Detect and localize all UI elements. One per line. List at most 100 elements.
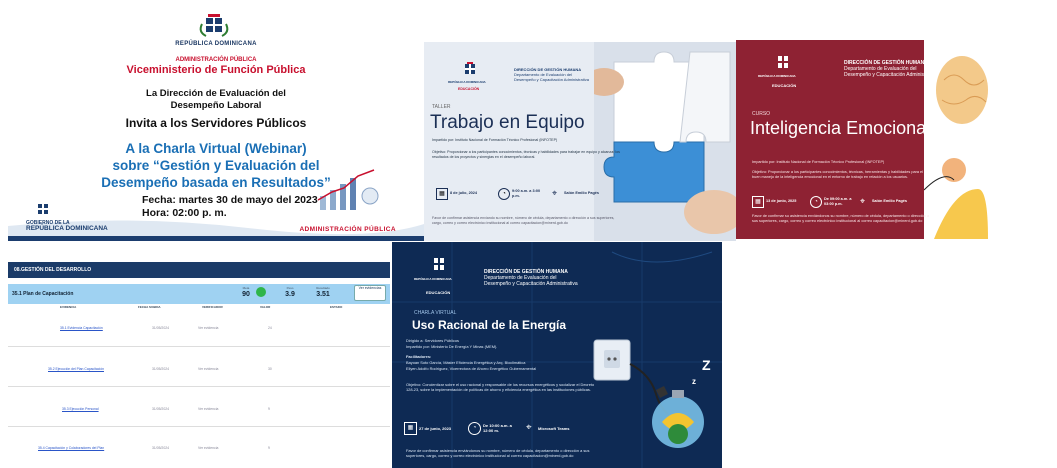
row-verifier[interactable]: Ver evidencia — [198, 367, 218, 371]
inteligencia-emocional-poster[interactable]: REPÚBLICA DOMINICANA EDUCACIÓN DIRECCIÓN… — [736, 40, 988, 239]
event-date: 13 de junio, 2025 — [766, 199, 797, 203]
clock-icon: ◔ — [468, 422, 481, 435]
evidence-link[interactable]: 35.1 Evidencia Capacitación — [60, 326, 103, 330]
row-value: 30 — [268, 367, 272, 371]
confirmacion-nota: Favor de confirmar asistencia enviando s… — [432, 216, 615, 225]
calendar-icon: ▦ — [404, 422, 417, 435]
confirmacion-nota: Favor de confirmar asistencia enviándono… — [406, 448, 590, 459]
row-divider — [8, 346, 390, 347]
dirigido-text: Dirigido a: Servidores Públicos — [406, 338, 459, 343]
republica-label: REPÚBLICA DOMINICANA — [175, 41, 257, 47]
resultado-label: Resultado — [316, 286, 330, 290]
dgh-heading: DIRECCIÓN DE GESTIÓN HUMANA Departamento… — [484, 269, 578, 287]
impartido-text: Impartido por: Instituto Nacional de For… — [432, 138, 558, 142]
event-time: 9:00 a.m. a 3:00 p.m. — [512, 189, 541, 198]
facilitadores-heading: Facilitadores: — [406, 354, 432, 359]
evidence-link[interactable]: 35.4 Capacitación y Colaboradores del Pl… — [38, 446, 104, 450]
event-time: De 10:00 a.m. a 12:00 m. — [483, 423, 512, 433]
event-location: Salón Emilio Pagés — [872, 199, 908, 203]
objetivo-text: Objetivo: Proporcionar a los participant… — [432, 150, 620, 159]
impartido-text: Impartido por: Ministerio De Energía Y M… — [406, 344, 498, 349]
column-header-estado: ESTADO — [330, 305, 343, 309]
invita-text: Invita a los Servidores Públicos — [125, 116, 307, 130]
trabajo-equipo-poster[interactable]: REPÚBLICA DOMINICANA EDUCACIÓN DIRECCIÓN… — [424, 42, 736, 241]
coat-of-arms-icon — [778, 56, 788, 68]
educacion-label: EDUCACIÓN — [458, 87, 480, 91]
location-icon: ⌖ — [526, 422, 532, 433]
gobierno-seal-icon — [38, 204, 48, 214]
objetivo-text: Objetivo: Proporcionar a los participant… — [752, 170, 923, 179]
peso-value: 3.9 — [285, 291, 295, 298]
status-ok-icon — [256, 287, 266, 297]
uso-racional-energia-poster[interactable]: REPÚBLICA DOMINICANA EDUCACIÓN DIRECCIÓN… — [392, 242, 722, 468]
taller-label: TALLER — [432, 104, 451, 110]
row-date: 31/05/2024 — [152, 407, 169, 411]
trabajo-title: Trabajo en Equipo — [430, 112, 585, 133]
objetivo-text: Objetivo: Concientizar sobre el uso raci… — [406, 382, 595, 393]
event-date: 8 de julio, 2024 — [450, 191, 478, 195]
row-verifier[interactable]: Ver evidencia — [198, 326, 218, 330]
row-value: 9 — [268, 446, 270, 450]
dgh-heading: DIRECCIÓN DE GESTIÓN HUMANA Departamento… — [514, 67, 589, 82]
row-verifier[interactable]: Ver evidencia — [198, 407, 218, 411]
row-date: 31/05/2024 — [152, 446, 169, 450]
evidence-link[interactable]: 35.2 Ejecución del Plan Capacitación — [48, 367, 104, 371]
clock-icon: ◔ — [498, 188, 510, 200]
educacion-label: EDUCACIÓN — [426, 290, 451, 295]
column-header-fecha: FECHA SUBIDA — [138, 305, 161, 309]
curso-label: CURSO — [752, 111, 771, 117]
charla-label: CHARLA VIRTUAL — [414, 310, 457, 316]
svg-text:z: z — [692, 377, 696, 386]
column-header-evidencia: EVIDENCIA — [60, 305, 77, 309]
webinar-invitation-poster[interactable]: REPÚBLICA DOMINICANA ADMINISTRACIÓN PÚBL… — [8, 8, 424, 241]
republica-label: REPÚBLICA DOMINICANA — [448, 80, 486, 84]
meta-value: 90 — [242, 291, 250, 298]
growth-chart-icon — [317, 169, 379, 210]
event-details: ▦ 13 de junio, 2025 ◔ De 09:00 a.m. a 03… — [752, 196, 922, 210]
coat-of-arms-icon — [434, 258, 444, 270]
energia-title: Uso Racional de la Energía — [412, 318, 567, 332]
calendar-icon: ▦ — [752, 196, 764, 208]
coat-of-arms-icon — [199, 14, 229, 37]
republica-label: REPÚBLICA DOMINICANA — [758, 74, 796, 78]
row-date: 31/05/2024 — [152, 367, 169, 371]
column-header-valor: VALOR — [260, 305, 271, 309]
row-divider — [8, 426, 390, 427]
svg-text:Z: Z — [702, 357, 711, 373]
republica-label: REPÚBLICA DOMINICANA — [414, 277, 452, 281]
direccion-text: La Dirección de Evaluación del Desempeño… — [146, 88, 286, 111]
lightbulb-plug-illustration: Z z — [593, 339, 711, 448]
peso-label: Peso — [286, 286, 294, 290]
dgh-heading: DIRECCIÓN DE GESTIÓN HUMANA Departamento… — [844, 60, 938, 78]
plan-label: 35.1 Plan de Capacitación — [12, 291, 74, 297]
row-value: 9 — [268, 407, 270, 411]
row-verifier[interactable]: Ver evidencia — [198, 446, 218, 450]
confirmacion-nota: Favor de confirmar su asistencia enviánd… — [752, 214, 930, 223]
coat-of-arms-icon — [465, 62, 475, 74]
calendar-icon: ▦ — [436, 188, 448, 200]
location-icon: ⌖ — [860, 196, 866, 206]
event-date: 27 de junio, 2023 — [419, 426, 452, 431]
column-header-verificador: VERIFICADOR — [202, 305, 223, 309]
row-date: 31/05/2024 — [152, 326, 169, 330]
resultado-value: 3.51 — [316, 291, 330, 298]
event-location: Salón Emilio Pagés — [564, 191, 600, 195]
evidence-link[interactable]: 35.3 Ejecución Personal — [62, 407, 99, 411]
facilitador-2: Ellyen Adolfo Rodríguez, Vicerrectora de… — [406, 366, 537, 371]
row-value: 24 — [268, 326, 272, 330]
event-details: ▦ 27 de junio, 2023 ◔ De 10:00 a.m. a 12… — [404, 422, 594, 438]
clock-icon: ◔ — [810, 196, 822, 208]
facilitador-1: Bayoan Soto García, Máster Eficiencia En… — [406, 360, 526, 365]
section-header: 08.GESTIÓN DEL DESARROLLO — [8, 262, 390, 278]
educacion-label: EDUCACIÓN — [772, 83, 797, 88]
viceministerio-title: Viceministerio de Función Pública — [126, 64, 306, 76]
impartido-text: Impartido por: Instituto Nacional de For… — [752, 160, 885, 164]
gestion-desarrollo-panel: 08.GESTIÓN DEL DESARROLLO 35.1 Plan de C… — [8, 262, 390, 458]
row-divider — [8, 386, 390, 387]
location-icon: ⌖ — [552, 188, 558, 198]
meta-label: Meta — [242, 286, 250, 290]
inteligencia-title: Inteligencia Emocional — [750, 118, 931, 138]
event-time: De 09:00 a.m. a 03:00 p.m. — [824, 197, 852, 206]
footer-administracion: ADMINISTRACIÓN PÚBLICA — [299, 226, 396, 233]
ver-evidencias-button[interactable]: Ver evidencias — [354, 285, 386, 301]
